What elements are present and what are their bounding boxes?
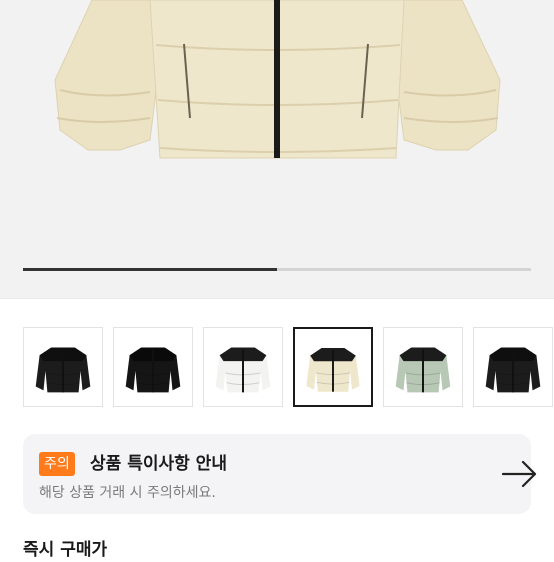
- warning-badge: 주의: [39, 452, 75, 476]
- thumbnail-6[interactable]: [473, 327, 553, 407]
- jacket-thumbnail-image: [125, 347, 181, 393]
- jacket-thumbnail-image: [485, 347, 541, 393]
- thumbnail-strip: [23, 327, 554, 407]
- jacket-thumbnail-image: [35, 347, 91, 393]
- thumbnail-4[interactable]: [293, 327, 373, 407]
- instant-buy-price-heading: 즉시 구매가: [23, 540, 108, 560]
- gallery-progress-indicator: [23, 268, 277, 271]
- product-notice-banner[interactable]: 주의 상품 특이사항 안내 해당 상품 거래 시 주의하세요.: [23, 434, 537, 514]
- arrow-right-icon[interactable]: [499, 454, 539, 494]
- jacket-thumbnail-image: [306, 348, 360, 392]
- thumbnail-1[interactable]: [23, 327, 103, 407]
- thumbnail-3[interactable]: [203, 327, 283, 407]
- product-image-gallery[interactable]: [0, 0, 554, 298]
- jacket-main-image: [54, 0, 501, 159]
- gallery-progress-track[interactable]: [23, 268, 531, 271]
- thumbnail-2[interactable]: [113, 327, 193, 407]
- section-divider: [0, 298, 554, 299]
- notice-description: 해당 상품 거래 시 주의하세요.: [39, 485, 216, 501]
- notice-title: 상품 특이사항 안내: [90, 454, 227, 474]
- jacket-thumbnail-image: [215, 347, 271, 393]
- jacket-thumbnail-image: [395, 347, 451, 393]
- thumbnail-5[interactable]: [383, 327, 463, 407]
